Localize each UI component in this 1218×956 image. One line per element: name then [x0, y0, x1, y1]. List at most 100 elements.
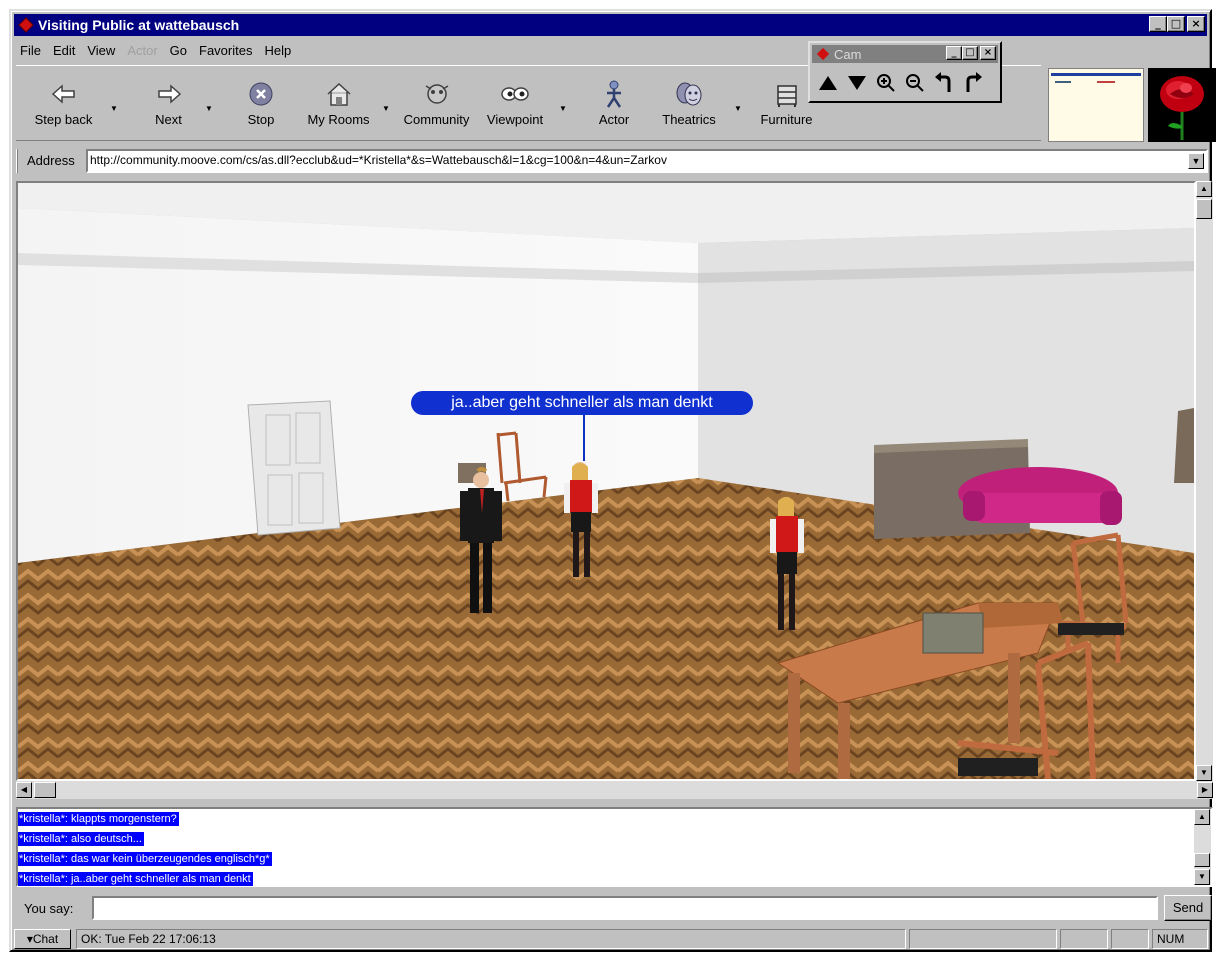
masks-icon — [674, 76, 704, 112]
minimize-button[interactable]: _ — [1149, 16, 1167, 32]
back-arrow-icon — [50, 76, 78, 112]
speech-bubble-text: ja..aber geht schneller als man denkt — [451, 394, 713, 411]
menu-favorites[interactable]: Favorites — [193, 43, 258, 58]
chat-line: *kristella*: klappts morgenstern? — [18, 809, 1211, 829]
next-dropdown-icon[interactable]: ▼ — [205, 104, 213, 113]
actor-icon — [601, 76, 627, 112]
chat-input[interactable] — [92, 896, 1158, 920]
chat-scrollbar[interactable]: ▲ ▼ — [1194, 809, 1211, 885]
scroll-left-icon[interactable]: ◀ — [16, 782, 32, 798]
theatrics-dropdown-icon[interactable]: ▼ — [734, 104, 742, 113]
title-bar[interactable]: Visiting Public at wattebausch _ □ × — [14, 14, 1207, 36]
next-button[interactable]: Next — [141, 76, 196, 136]
step-back-dropdown-icon[interactable]: ▼ — [110, 104, 118, 113]
rotate-left-icon[interactable] — [930, 69, 957, 97]
room-map-thumbnail[interactable] — [1048, 68, 1144, 142]
rose-icon — [1160, 76, 1204, 140]
my-rooms-label: My Rooms — [307, 112, 370, 127]
actor-label: Actor — [598, 112, 630, 127]
menu-bar: File Edit View Actor Go Favorites Help — [14, 40, 297, 60]
down-arrow-icon[interactable] — [843, 69, 870, 97]
menu-actor[interactable]: Actor — [121, 43, 163, 58]
chat-toggle-button[interactable]: ▾Chat — [14, 929, 71, 949]
theatrics-button[interactable]: Theatrics — [654, 76, 724, 136]
chat-scroll-down-icon[interactable]: ▼ — [1194, 869, 1210, 885]
community-icon — [422, 76, 452, 112]
hscroll-thumb[interactable] — [34, 782, 56, 798]
address-dropdown-icon[interactable]: ▼ — [1188, 153, 1204, 169]
up-arrow-icon[interactable] — [814, 69, 841, 97]
app-window: Visiting Public at wattebausch _ □ × Fil… — [9, 9, 1216, 952]
viewpoint-button[interactable]: Viewpoint — [479, 76, 551, 136]
chat-line: *kristella*: also deutsch... — [18, 829, 1211, 849]
zoom-out-icon[interactable] — [901, 69, 928, 97]
theatrics-label: Theatrics — [662, 112, 716, 127]
cam-title-bar[interactable]: Cam _ □ × — [812, 45, 998, 63]
eyes-icon — [500, 76, 530, 112]
chat-line: *kristella*: ja..aber geht schneller als… — [18, 869, 1211, 889]
cam-title: Cam — [834, 46, 862, 62]
maximize-button[interactable]: □ — [1167, 16, 1185, 32]
chat-scroll-thumb[interactable] — [1194, 853, 1210, 867]
scroll-thumb[interactable] — [1196, 199, 1212, 219]
step-back-button[interactable]: Step back — [26, 76, 101, 136]
my-rooms-dropdown-icon[interactable]: ▼ — [382, 104, 390, 113]
stop-label: Stop — [247, 112, 275, 127]
rose-logo — [1148, 68, 1216, 142]
chat-line: *kristella*: das war kein überzeugendes … — [18, 849, 1211, 869]
scroll-right-icon[interactable]: ▶ — [1197, 782, 1213, 798]
scroll-down-icon[interactable]: ▼ — [1196, 765, 1212, 781]
3d-room-view[interactable]: ja..aber geht schneller als man denkt — [16, 181, 1196, 781]
house-icon — [325, 76, 353, 112]
status-panel — [909, 929, 1057, 949]
status-panel — [1111, 929, 1149, 949]
chat-log[interactable]: *kristella*: klappts morgenstern? *krist… — [16, 807, 1213, 887]
menu-edit[interactable]: Edit — [47, 43, 81, 58]
scene-horizontal-scrollbar[interactable]: ◀ ▶ — [16, 781, 1213, 799]
actor-button[interactable]: Actor — [589, 76, 639, 136]
community-label: Community — [403, 112, 470, 127]
stop-icon — [248, 76, 274, 112]
status-bar: ▾Chat OK: Tue Feb 22 17:06:13 NUM — [14, 928, 1211, 950]
you-say-label: You say: — [24, 900, 74, 916]
menu-help[interactable]: Help — [258, 43, 297, 58]
chat-line-text: *kristella*: also deutsch... — [18, 832, 144, 846]
status-panel — [1060, 929, 1108, 949]
step-back-label: Step back — [34, 112, 93, 127]
chat-line-text: *kristella*: das war kein überzeugendes … — [18, 852, 272, 866]
send-button[interactable]: Send — [1164, 895, 1212, 921]
chat-line-text: *kristella*: ja..aber geht schneller als… — [18, 872, 253, 886]
status-text: OK: Tue Feb 22 17:06:13 — [76, 929, 906, 949]
app-logo-icon — [18, 17, 34, 33]
community-button[interactable]: Community — [399, 76, 474, 136]
cam-window[interactable]: Cam _ □ × — [808, 41, 1002, 103]
chat-line-text: *kristella*: klappts morgenstern? — [18, 812, 179, 826]
cam-minimize-button[interactable]: _ — [946, 46, 962, 60]
stop-button[interactable]: Stop — [236, 76, 286, 136]
address-label: Address — [16, 149, 81, 173]
cam-close-button[interactable]: × — [980, 46, 996, 60]
viewpoint-dropdown-icon[interactable]: ▼ — [559, 104, 567, 113]
rotate-right-icon[interactable] — [959, 69, 986, 97]
cam-maximize-button[interactable]: □ — [962, 46, 978, 60]
scene-vertical-scrollbar[interactable]: ▲ ▼ — [1196, 181, 1213, 781]
menu-go[interactable]: Go — [164, 43, 193, 58]
chat-scroll-up-icon[interactable]: ▲ — [1194, 809, 1210, 825]
next-label: Next — [155, 112, 182, 127]
num-lock-indicator: NUM — [1152, 929, 1208, 949]
speech-bubble: ja..aber geht schneller als man denkt — [411, 391, 753, 415]
viewpoint-label: Viewpoint — [486, 112, 544, 127]
app-logo-icon — [816, 47, 830, 61]
address-url: http://community.moove.com/cs/as.dll?ecc… — [90, 153, 667, 167]
chat-input-row: You say: Send — [16, 894, 1213, 922]
furniture-label: Furniture — [760, 112, 813, 127]
scroll-up-icon[interactable]: ▲ — [1196, 181, 1212, 197]
zoom-in-icon[interactable] — [872, 69, 899, 97]
address-bar: Address http://community.moove.com/cs/as… — [16, 147, 1209, 175]
address-input[interactable]: http://community.moove.com/cs/as.dll?ecc… — [86, 149, 1208, 173]
furniture-icon — [774, 76, 800, 112]
menu-file[interactable]: File — [14, 43, 47, 58]
close-button[interactable]: × — [1187, 16, 1205, 32]
my-rooms-button[interactable]: My Rooms — [301, 76, 376, 136]
menu-view[interactable]: View — [81, 43, 121, 58]
